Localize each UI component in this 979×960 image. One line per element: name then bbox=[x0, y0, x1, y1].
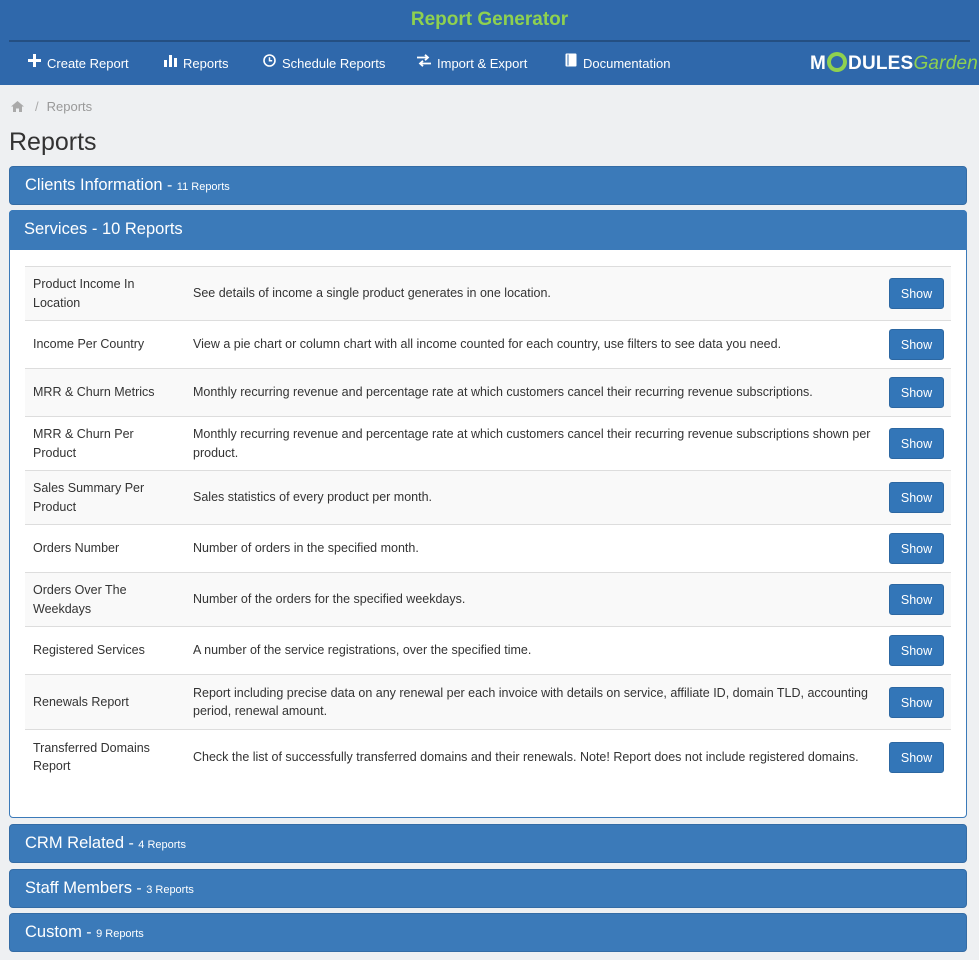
nav-import-export-label: Import & Export bbox=[437, 56, 528, 72]
nav-create-report[interactable]: Create Report bbox=[28, 42, 129, 85]
category-count: 4 Reports bbox=[138, 839, 186, 851]
report-action-cell: Show bbox=[881, 572, 951, 627]
report-action-cell: Show bbox=[881, 524, 951, 573]
nav-create-report-label: Create Report bbox=[47, 56, 129, 72]
report-description: Check the list of successfully transferr… bbox=[185, 729, 881, 785]
breadcrumb-current: Reports bbox=[46, 99, 93, 114]
category-services[interactable]: Services - 10 Reports bbox=[9, 210, 967, 250]
report-name: Orders Number bbox=[25, 524, 185, 573]
report-row: Product Income In Location See details of… bbox=[25, 266, 951, 321]
category-services-panel: Services - 10 Reports Product Income In … bbox=[9, 210, 967, 818]
report-row: Registered Services A number of the servi… bbox=[25, 626, 951, 675]
category-title: Clients Information - 11 Reports bbox=[25, 176, 230, 194]
nav-import-export[interactable]: Import & Export bbox=[417, 42, 527, 85]
report-name: MRR & Churn Metrics bbox=[25, 368, 185, 417]
report-name: Transferred Domains Report bbox=[25, 729, 185, 785]
report-action-cell: Show bbox=[881, 470, 951, 525]
report-row: Income Per Country View a pie chart or co… bbox=[25, 320, 951, 369]
show-report-button[interactable]: Show bbox=[889, 635, 944, 666]
report-row: Sales Summary Per Product Sales statistic… bbox=[25, 470, 951, 525]
nav-schedule-reports[interactable]: Schedule Reports bbox=[263, 42, 385, 85]
show-report-button[interactable]: Show bbox=[889, 482, 944, 513]
report-row: MRR & Churn Metrics Monthly recurring rev… bbox=[25, 368, 951, 417]
report-name: Income Per Country bbox=[25, 320, 185, 369]
report-action-cell: Show bbox=[881, 320, 951, 369]
report-action-cell: Show bbox=[881, 368, 951, 417]
show-report-button[interactable]: Show bbox=[889, 584, 944, 615]
report-description: Monthly recurring revenue and percentage… bbox=[185, 368, 881, 417]
category-crm-related[interactable]: CRM Related - 4 Reports bbox=[9, 824, 967, 863]
category-title: Services - 10 Reports bbox=[24, 220, 183, 238]
show-report-button[interactable]: Show bbox=[889, 377, 944, 408]
report-name: Orders Over The Weekdays bbox=[25, 572, 185, 627]
report-row: MRR & Churn Per Product Monthly recurring… bbox=[25, 416, 951, 471]
report-action-cell: Show bbox=[881, 674, 951, 730]
report-description: A number of the service registrations, o… bbox=[185, 626, 881, 675]
report-description: Report including precise data on any ren… bbox=[185, 674, 881, 730]
report-name: MRR & Churn Per Product bbox=[25, 416, 185, 471]
report-action-cell: Show bbox=[881, 266, 951, 321]
report-row: Renewals Report Report including precise … bbox=[25, 674, 951, 730]
plus-icon bbox=[28, 42, 41, 83]
report-description: View a pie chart or column chart with al… bbox=[185, 320, 881, 369]
nav-schedule-reports-label: Schedule Reports bbox=[282, 56, 386, 72]
category-title: Custom - 9 Reports bbox=[25, 923, 144, 941]
category-count: 11 Reports bbox=[176, 181, 230, 193]
category-count: 9 Reports bbox=[96, 928, 144, 940]
page-title: Reports bbox=[9, 128, 97, 156]
show-report-button[interactable]: Show bbox=[889, 428, 944, 459]
category-title: CRM Related - 4 Reports bbox=[25, 834, 186, 852]
category-title: Staff Members - 3 Reports bbox=[25, 879, 194, 897]
breadcrumb: / Reports bbox=[11, 99, 92, 117]
report-action-cell: Show bbox=[881, 626, 951, 675]
nav-documentation[interactable]: Documentation bbox=[565, 42, 670, 85]
top-header: Report Generator Create Report Reports S… bbox=[0, 0, 979, 85]
report-row: Orders Over The Weekdays Number of the or… bbox=[25, 572, 951, 627]
services-reports-table: Product Income In Location See details of… bbox=[25, 266, 951, 785]
report-description: Number of the orders for the specified w… bbox=[185, 572, 881, 627]
report-row: Transferred Domains Report Check the list… bbox=[25, 729, 951, 785]
report-name: Registered Services bbox=[25, 626, 185, 675]
category-count: 10 Reports bbox=[101, 220, 183, 238]
report-description: See details of income a single product g… bbox=[185, 266, 881, 321]
nav-reports[interactable]: Reports bbox=[164, 42, 229, 85]
bar-chart-icon bbox=[164, 42, 177, 83]
report-description: Sales statistics of every product per mo… bbox=[185, 470, 881, 525]
show-report-button[interactable]: Show bbox=[889, 278, 944, 309]
report-name: Product Income In Location bbox=[25, 266, 185, 321]
nav-reports-label: Reports bbox=[183, 56, 229, 72]
home-icon[interactable] bbox=[11, 100, 24, 115]
report-action-cell: Show bbox=[881, 729, 951, 785]
show-report-button[interactable]: Show bbox=[889, 686, 944, 718]
report-name: Renewals Report bbox=[25, 674, 185, 730]
category-clients-information[interactable]: Clients Information - 11 Reports bbox=[9, 166, 967, 205]
report-description: Monthly recurring revenue and percentage… bbox=[185, 416, 881, 471]
category-staff-members[interactable]: Staff Members - 3 Reports bbox=[9, 869, 967, 908]
report-row: Orders Number Number of orders in the spe… bbox=[25, 524, 951, 573]
nav-documentation-label: Documentation bbox=[583, 56, 671, 72]
breadcrumb-separator: / bbox=[35, 99, 39, 114]
category-count: 3 Reports bbox=[146, 884, 194, 896]
category-custom[interactable]: Custom - 9 Reports bbox=[9, 913, 967, 952]
report-name: Sales Summary Per Product bbox=[25, 470, 185, 525]
clock-icon bbox=[263, 42, 276, 83]
show-report-button[interactable]: Show bbox=[889, 533, 944, 564]
show-report-button[interactable]: Show bbox=[889, 741, 944, 773]
app-title: Report Generator bbox=[410, 9, 569, 30]
book-icon bbox=[565, 42, 577, 83]
modulesgarden-logo: M DULESGarden bbox=[810, 52, 979, 74]
exchange-icon bbox=[417, 42, 431, 83]
show-report-button[interactable]: Show bbox=[889, 329, 944, 360]
report-action-cell: Show bbox=[881, 416, 951, 471]
report-description: Number of orders in the specified month. bbox=[185, 524, 881, 573]
